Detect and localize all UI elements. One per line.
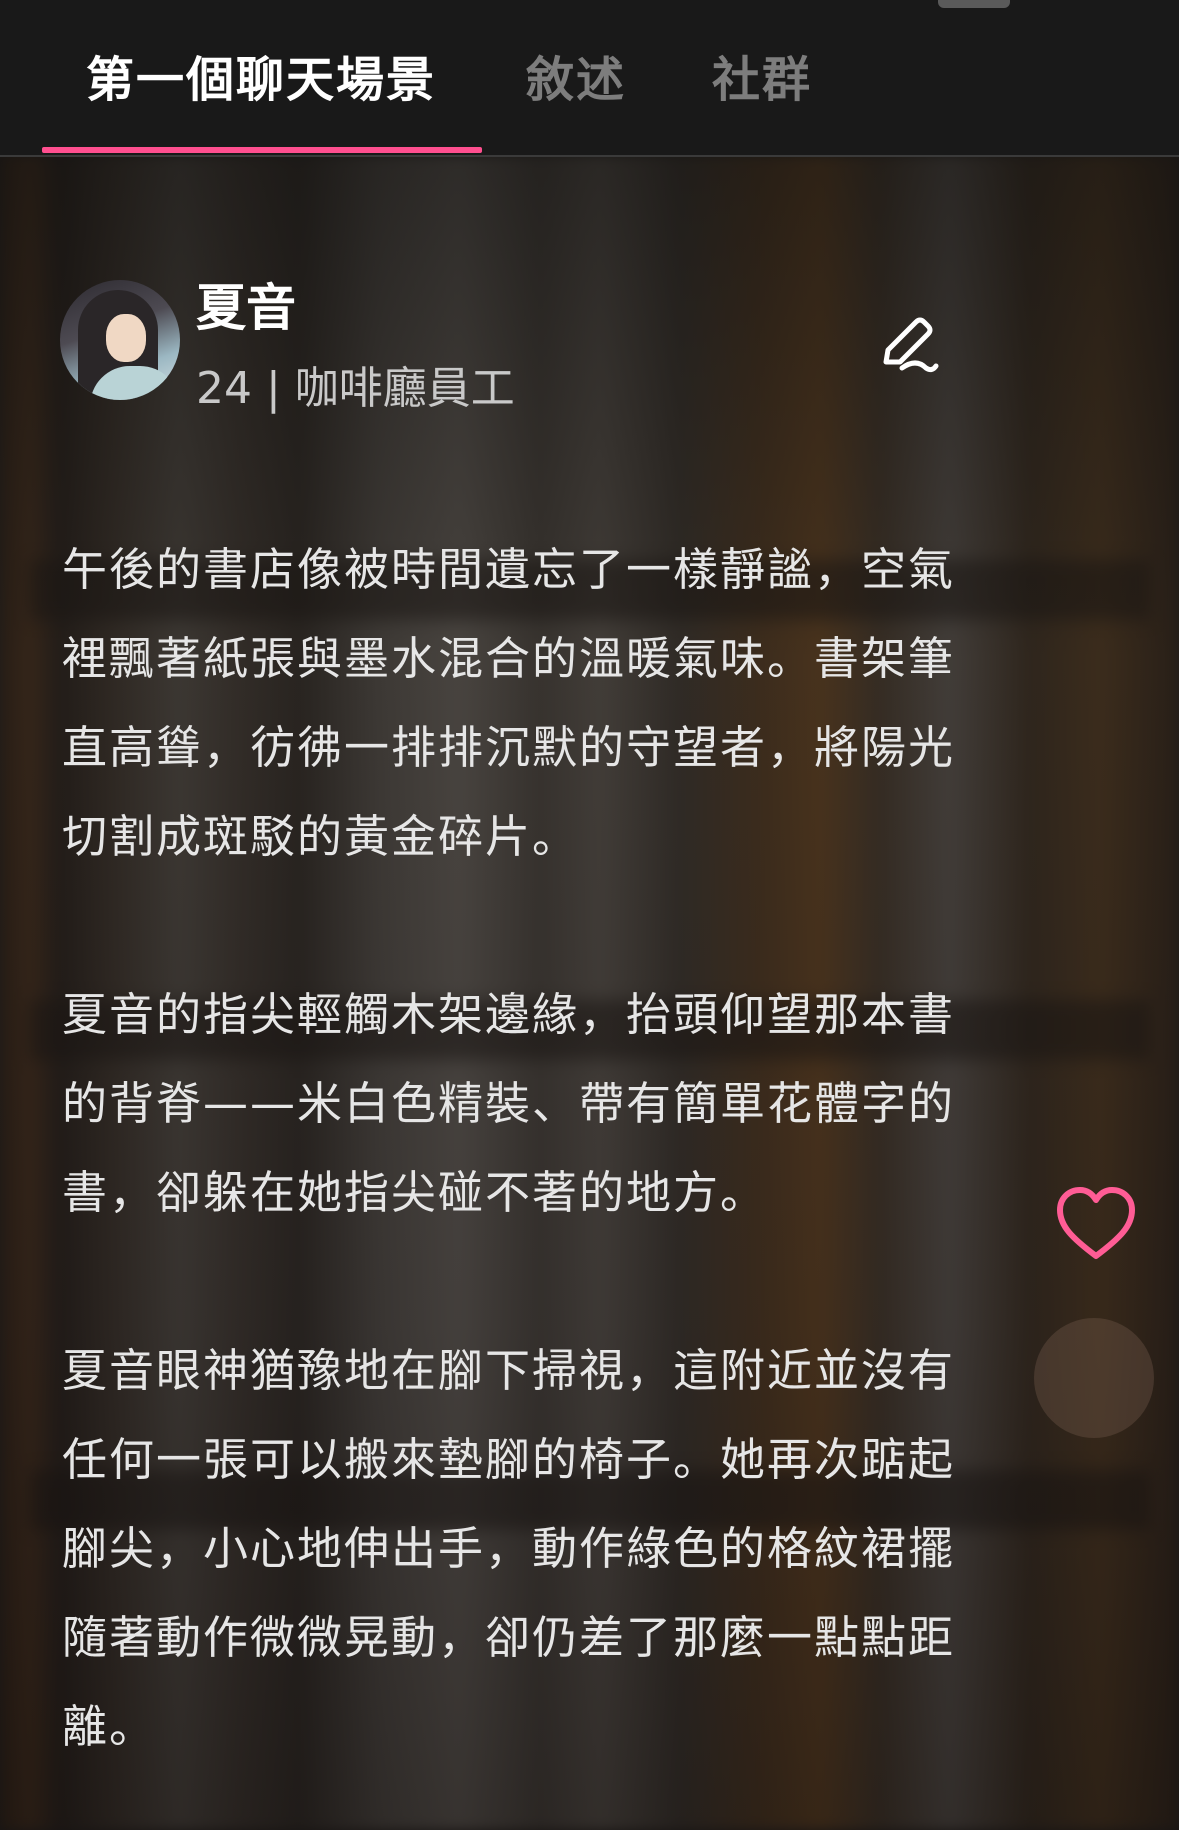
tab-narration[interactable]: 敘述 [526,40,626,110]
edit-button[interactable] [872,306,944,378]
character-meta: 24 | 咖啡廳員工 [196,363,515,414]
screen: 第一個聊天場景 敘述 社群 夏音 24 | 咖啡廳員工 午後的書店像被時間遺忘了… [0,0,1179,1830]
action-circle-button[interactable] [1034,1318,1154,1438]
story-text: 午後的書店像被時間遺忘了一樣靜謐，空氣裡飄著紙張與墨水混合的溫暖氣味。書架筆直高… [62,525,992,1771]
active-tab-indicator [42,147,482,153]
character-name: 夏音 [196,279,296,337]
story-paragraph: 午後的書店像被時間遺忘了一樣靜謐，空氣裡飄著紙張與墨水混合的溫暖氣味。書架筆直高… [62,543,956,863]
like-button[interactable] [1052,1180,1140,1268]
story-paragraph: 夏音的指尖輕觸木架邊緣，抬頭仰望那本書的背脊——米白色精裝、帶有簡單花體字的書，… [62,988,956,1219]
tab-first-chat-scene[interactable]: 第一個聊天場景 [86,40,436,110]
drag-handle[interactable] [938,0,1010,8]
tab-bar: 第一個聊天場景 敘述 社群 [0,0,1179,157]
pen-icon [883,317,939,373]
story-paragraph: 夏音眼神猶豫地在腳下掃視，這附近並沒有任何一張可以搬來墊腳的椅子。她再次踮起腳尖… [62,1344,956,1753]
tab-community[interactable]: 社群 [712,40,812,110]
avatar[interactable] [60,280,180,400]
heart-icon [1057,1187,1135,1259]
